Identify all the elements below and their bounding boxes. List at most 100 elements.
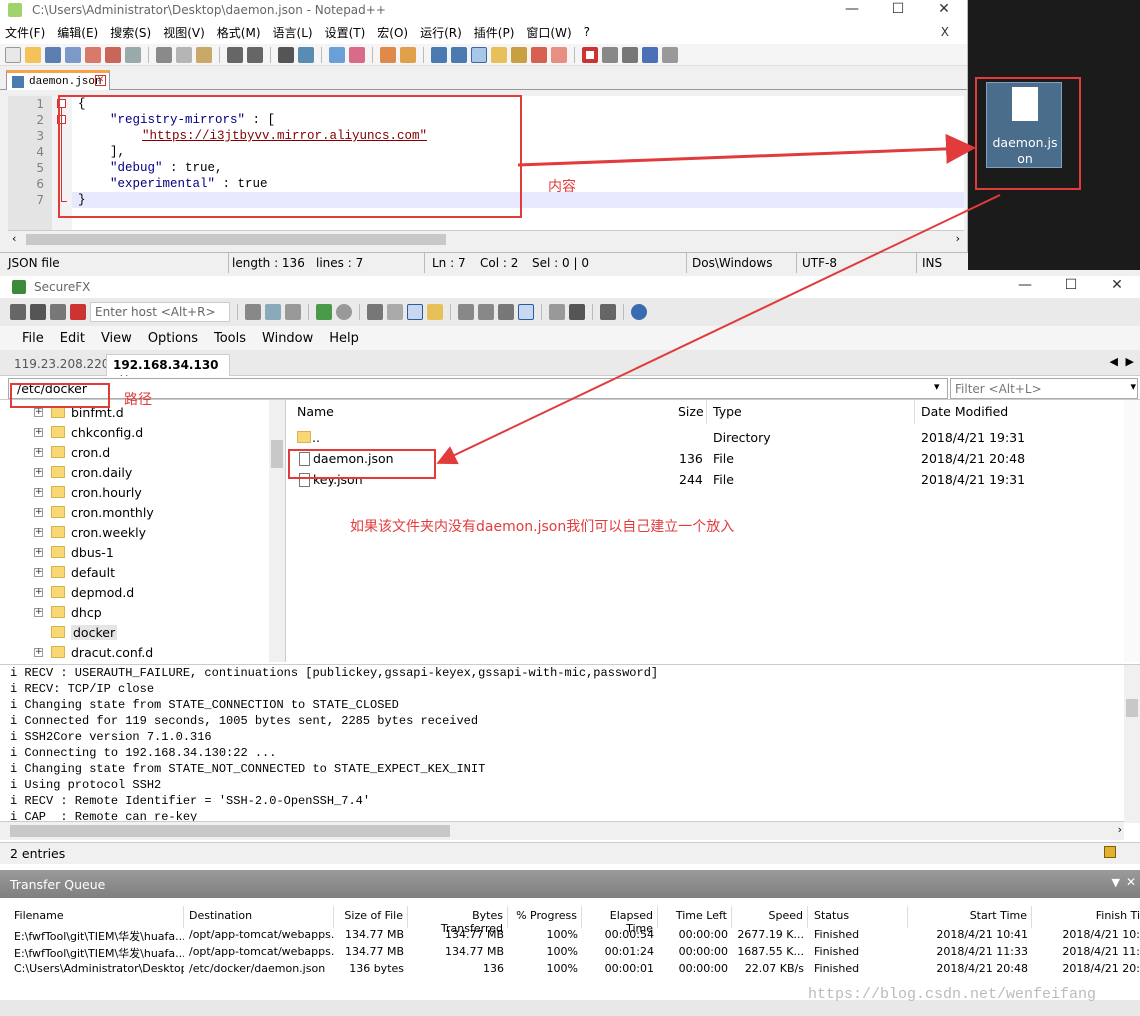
folder-workspace-icon[interactable] [551,46,567,63]
print-icon[interactable] [125,46,141,63]
connect-icon[interactable] [10,304,26,320]
maximize-button[interactable]: ☐ [875,0,921,18]
tab-close-icon[interactable]: ✕ [95,75,106,86]
copy-icon[interactable] [176,46,192,63]
expand-icon[interactable]: + [34,607,43,617]
word-wrap-icon[interactable] [431,46,447,63]
expand-icon[interactable]: + [34,407,43,417]
expand-icon[interactable]: + [34,567,43,577]
scroll-left-icon[interactable]: ‹ [12,232,16,245]
expand-icon[interactable]: + [34,467,43,477]
copy-icon[interactable] [265,304,281,320]
help-icon[interactable] [631,304,647,320]
queue-col-start[interactable]: Start Time [910,906,1032,928]
menu-settings[interactable]: 设置(T) [325,24,366,41]
tree-view-icon[interactable] [407,304,423,320]
zoom-out-icon[interactable] [349,46,365,63]
menu-language[interactable]: 语言(L) [273,24,313,41]
sfx-menu-tools[interactable]: Tools [214,331,246,346]
menu-search[interactable]: 搜索(S) [110,24,151,41]
tree-item[interactable]: + depmod.d [34,582,134,602]
list-view-icon[interactable] [498,304,514,320]
tab-scroll-right-icon[interactable]: ▶ [1126,355,1134,368]
queue-col-size[interactable]: Size of File [338,906,408,928]
tree-item[interactable]: + cron.hourly [34,482,142,502]
tree-item[interactable]: + default [34,562,115,582]
transfer-queue-icon[interactable] [600,304,616,320]
sync-horizontal-icon[interactable] [400,46,416,63]
queue-col-time-left[interactable]: Time Left [660,906,732,928]
tree-item[interactable]: + cron.d [34,442,110,462]
expand-icon[interactable]: + [34,447,43,457]
tree-item[interactable]: + dhcp [34,602,102,622]
tree-item[interactable]: + cron.daily [34,462,132,482]
tree-item[interactable]: + cron.weekly [34,522,146,542]
menu-run[interactable]: 运行(R) [420,24,462,41]
close-file-icon[interactable] [85,46,101,63]
path-dropdown-icon[interactable]: ▾ [934,380,940,393]
stop-icon[interactable] [336,304,352,320]
sfx-menu-file[interactable]: File [22,331,44,346]
filter-input[interactable]: Filter <Alt+L> [950,378,1138,399]
menu-plugins[interactable]: 插件(P) [474,24,515,41]
menu-window[interactable]: 窗口(W) [526,24,571,41]
queue-col-destination[interactable]: Destination [189,906,334,928]
menu-help[interactable]: ? [584,25,590,39]
tree-item[interactable]: + cron.monthly [34,502,154,522]
menu-macro[interactable]: 宏(O) [377,24,408,41]
quick-connect-icon[interactable] [30,304,46,320]
log-vertical-scrollbar[interactable] [1124,665,1140,823]
session-tab-2[interactable]: 192.168.34.130 ✕ [106,354,230,386]
sfx-maximize-button[interactable]: ☐ [1048,276,1094,294]
new-file-icon[interactable] [5,46,21,63]
save-all-icon[interactable] [65,46,81,63]
save-macro-icon[interactable] [662,46,678,63]
scroll-thumb[interactable] [10,825,450,837]
paste-icon[interactable] [196,46,212,63]
queue-col-status[interactable]: Status [814,906,908,928]
expand-icon[interactable]: + [34,647,43,657]
delete-icon[interactable] [367,304,383,320]
chevron-down-icon[interactable]: ▼ [1112,876,1120,889]
undo-icon[interactable] [227,46,243,63]
scroll-right-icon[interactable]: › [1118,823,1122,836]
scroll-thumb[interactable] [1126,699,1138,717]
show-all-chars-icon[interactable] [451,46,467,63]
minimize-button[interactable]: — [829,0,875,18]
scroll-thumb[interactable] [26,234,446,245]
queue-col-progress[interactable]: % Progress [510,906,582,928]
editor-horizontal-scrollbar[interactable]: ‹ › [8,230,964,248]
expand-icon[interactable]: + [34,547,43,557]
expand-icon[interactable]: + [34,587,43,597]
queue-col-finish[interactable]: Finish Ti [1034,906,1140,928]
queue-row[interactable]: E:\fwfTool\git\TIEM\华发\huafa... /opt/app… [0,945,1140,962]
cut-icon[interactable] [245,304,261,320]
properties-icon[interactable] [549,304,565,320]
sfx-menu-options[interactable]: Options [148,331,198,346]
replace-icon[interactable] [298,46,314,63]
save-icon[interactable] [45,46,61,63]
menu-edit[interactable]: 编辑(E) [57,24,98,41]
tree-item[interactable]: + dracut.conf.d [34,642,153,662]
col-header-name[interactable]: Name [297,404,334,419]
filter-dropdown-icon[interactable]: ▾ [1130,380,1136,393]
sfx-close-button[interactable]: ✕ [1094,276,1140,294]
connect-tab-icon[interactable] [50,304,66,320]
queue-row[interactable]: E:\fwfTool\git\TIEM\华发\huafa... /opt/app… [0,928,1140,945]
col-header-size[interactable]: Size [678,404,704,419]
queue-col-bytes[interactable]: Bytes Transferred [410,906,508,935]
small-icons-icon[interactable] [478,304,494,320]
zoom-in-icon[interactable] [329,46,345,63]
file-list-vertical-scrollbar[interactable] [1124,400,1140,662]
new-folder-icon[interactable] [427,304,443,320]
tree-item[interactable]: + dbus-1 [34,542,114,562]
tree-item[interactable]: + chkconfig.d [34,422,143,442]
play-macro-icon[interactable] [622,46,638,63]
open-file-icon[interactable] [25,46,41,63]
sfx-minimize-button[interactable]: — [1002,276,1048,294]
log-horizontal-scrollbar[interactable]: › [0,822,1124,840]
sfx-menu-help[interactable]: Help [329,331,359,346]
menu-format[interactable]: 格式(M) [217,24,261,41]
details-view-icon[interactable] [518,304,534,320]
udl-icon[interactable] [491,46,507,63]
